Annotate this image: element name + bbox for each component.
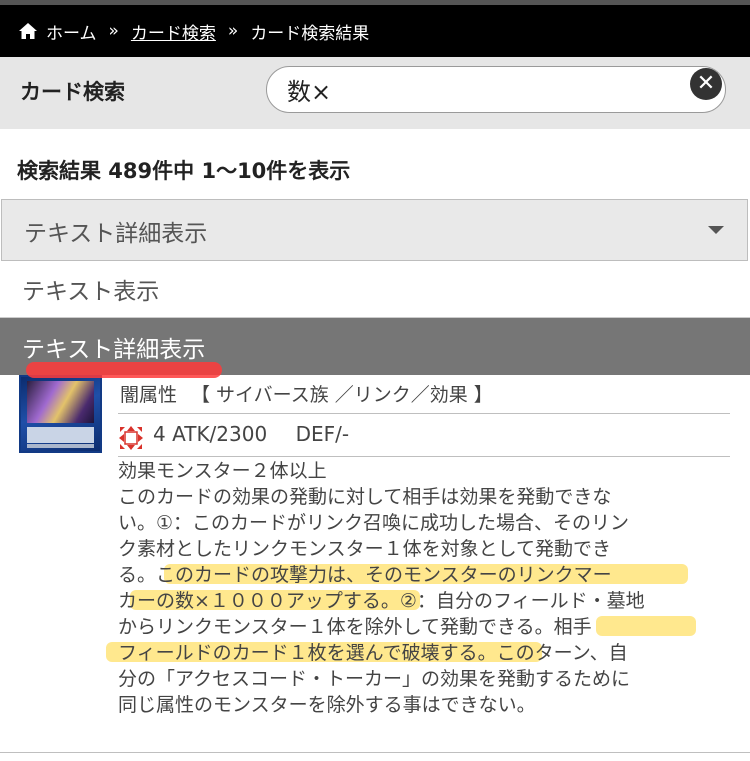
chevron-down-icon [708,226,724,234]
breadcrumb-home[interactable]: ホーム [46,19,97,44]
card-attribute: 闇属性 [120,384,178,406]
card-image[interactable] [19,375,102,453]
effect-line: る。このカードの攻撃力は、そのモンスターのリンクマー [118,564,612,586]
effect-line: カーの数×１０００アップする。②：自分のフィールド・墓地 [118,590,645,612]
result-count: 検索結果 489件中 1〜10件を表示 [17,159,351,183]
select-value: テキスト詳細表示 [24,221,208,247]
effect-line: このカードの効果の発動に対して相手は効果を発動できな [118,486,612,508]
card-stats-strip [27,444,94,448]
effect-line: 効果モンスター２体以上 [118,460,327,482]
card-effect-text: 効果モンスター２体以上 このカードの効果の発動に対して相手は効果を発動できな い… [118,458,722,718]
card-stats-line: 4 ATK/2300 DEF/- [153,422,349,446]
search-panel: カード検索 ✕ [0,57,750,129]
breadcrumb-card-search[interactable]: カード検索 [131,19,216,44]
card-text-box [27,427,94,443]
card-link-rating: 4 [153,422,166,446]
option-text-display[interactable]: テキスト表示 [0,261,750,318]
effect-line: からリンクモンスター１体を除外して発動できる。相手 [118,616,592,638]
effect-line: 分の「アクセスコード・トーカー」の効果を発動するために [118,668,631,690]
card-attribute-line: 闇属性【 サイバース族 ／リンク／効果 】 [120,380,493,407]
divider [0,752,750,753]
close-circle-icon[interactable]: ✕ [690,68,722,100]
link-marker-icon [118,425,144,451]
search-label: カード検索 [20,80,125,104]
home-icon[interactable] [18,22,38,40]
card-type: 【 サイバース族 ／リンク／効果 】 [191,384,493,406]
card-atk: ATK/2300 [172,422,268,446]
breadcrumb-current: カード検索結果 [250,23,370,44]
effect-line: フィールドのカード１枚を選んで破壊する。このターン、自 [118,642,628,664]
card-artwork [27,381,94,423]
breadcrumb-separator: » [227,21,239,41]
breadcrumb: ホーム » カード検索 » カード検索結果 [0,5,750,57]
card-def: DEF/- [295,422,350,446]
divider [118,456,730,457]
red-annotation-mark [26,362,222,378]
breadcrumb-separator: » [108,21,119,41]
effect-line: 同じ属性のモンスターを除外する事はできない。 [118,694,536,716]
effect-line: い。①：このカードがリンク召喚に成功した場合、そのリン [118,512,630,534]
effect-line: ク素材としたリンクモンスター１体を対象として発動でき [118,538,612,560]
search-input[interactable] [266,66,726,113]
divider [118,413,730,414]
display-mode-select[interactable]: テキスト詳細表示 [1,199,748,261]
